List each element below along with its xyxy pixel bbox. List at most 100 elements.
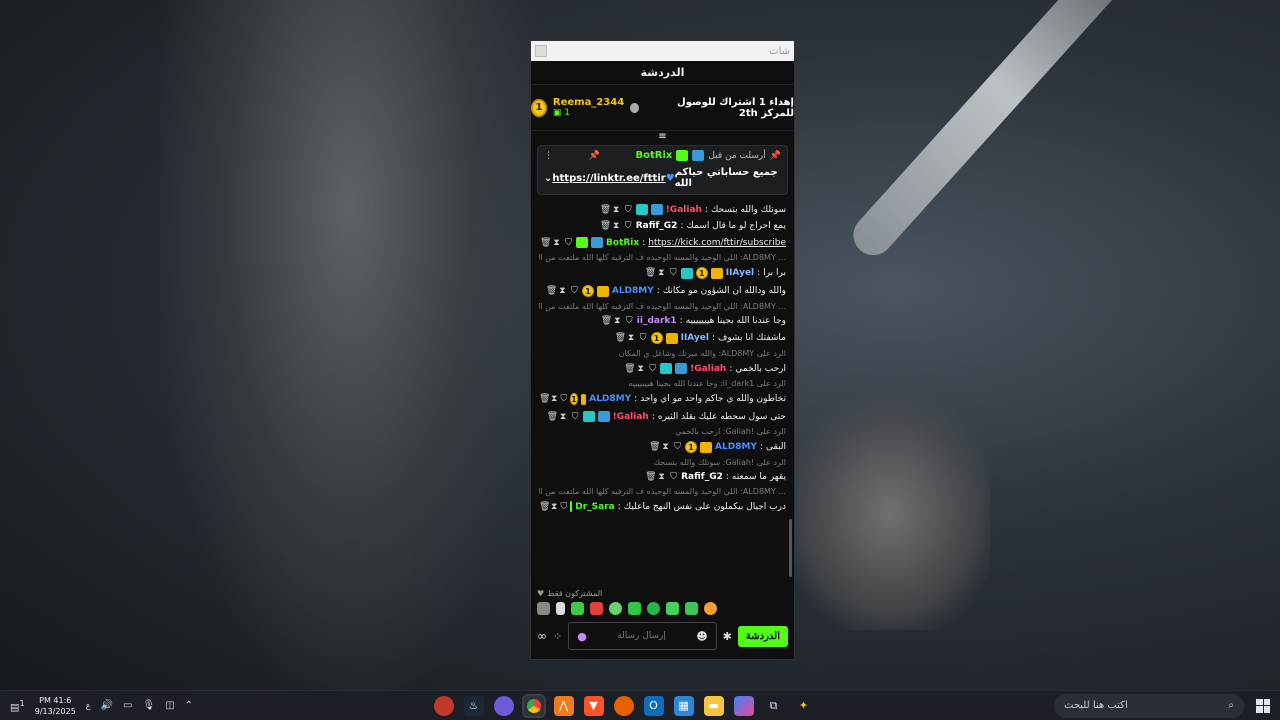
- folder-icon[interactable]: ▬: [703, 695, 724, 716]
- taskview-icon[interactable]: ⧉: [764, 696, 784, 716]
- pinned-message[interactable]: ⋮ 📌 BotRix أرسلت من قبل 📌 ⌄ https://link…: [537, 145, 788, 195]
- trash-icon[interactable]: 🗑: [600, 221, 611, 231]
- app-icon-1[interactable]: [433, 695, 454, 716]
- chat-message[interactable]: 🗑 ⧗ ⛉ BotRix: https://kick.com/fttir/subscri…: [539, 234, 786, 251]
- mic-icon[interactable]: ●: [577, 630, 587, 643]
- reply-context[interactable]: الرد على !Galiah: سوتلك والله بتسحك: [539, 456, 786, 469]
- scrollbar[interactable]: [789, 519, 792, 577]
- trash-icon[interactable]: 🗑: [649, 442, 660, 452]
- trash-icon[interactable]: 🗑: [540, 238, 551, 248]
- reply-context[interactable]: الرد على ALD8MY: والله ميرنك وشاغل ي الم…: [539, 347, 786, 360]
- subscriber-goal[interactable]: 1 Reema_2344 ▣ 1 إهداء 1 اشتراك للوصول ل…: [531, 85, 794, 131]
- trash-icon[interactable]: 🗑: [645, 472, 656, 482]
- filter-icon[interactable]: ≡: [531, 131, 794, 143]
- store-icon[interactable]: ▦: [673, 695, 694, 716]
- shield-icon[interactable]: ⛉: [669, 268, 678, 278]
- emote-alien[interactable]: [609, 602, 622, 615]
- copilot-icon[interactable]: [733, 695, 754, 716]
- shield-icon[interactable]: ⛉: [624, 205, 633, 215]
- message-username[interactable]: Dr_Sara: [575, 502, 614, 512]
- shield-icon[interactable]: ⛉: [648, 364, 657, 374]
- message-username[interactable]: ALD8MY: [589, 394, 631, 404]
- timeout-icon[interactable]: ⧗: [657, 472, 666, 482]
- message-username[interactable]: !Galiah: [690, 364, 726, 374]
- pin-icon[interactable]: 📌: [589, 151, 600, 161]
- chat-message[interactable]: 🗑 ⧗ ⛉ ii_dark1: وجا عندنا الله بجينا هيييييي…: [539, 313, 786, 329]
- emote-face[interactable]: [704, 602, 717, 615]
- chat-message[interactable]: 🗑 ⧗ ⛉ 1 ALD8MY: تخاطون والله ي جاكم واحد مو ا…: [539, 390, 786, 408]
- emote-green-4[interactable]: [666, 602, 679, 615]
- timeout-icon[interactable]: ⧗: [613, 316, 622, 326]
- reply-context[interactable]: ... ALD8MY: اللي الوحيد والمسه الوحيده ف…: [539, 485, 786, 498]
- windows-start-icon[interactable]: [1256, 698, 1270, 713]
- emote-avatar[interactable]: [537, 602, 550, 615]
- emoji-icon[interactable]: ☻: [696, 630, 707, 643]
- message-username[interactable]: !Galiah: [666, 205, 702, 215]
- steam-icon[interactable]: ♨: [463, 695, 484, 716]
- chat-message[interactable]: 🗑 ⧗ ⛉ Rafif_G2: يمع احراج لو ما قال اسمك: [539, 218, 786, 234]
- camera-icon[interactable]: ◫: [165, 700, 174, 711]
- timeout-icon[interactable]: ⧗: [551, 502, 557, 512]
- message-input[interactable]: ☻ إرسال رسالة ●: [568, 622, 717, 650]
- trash-icon[interactable]: 🗑: [539, 394, 550, 404]
- trash-icon[interactable]: 🗑: [645, 268, 656, 278]
- dots-icon[interactable]: ⁘: [553, 630, 562, 643]
- chat-message[interactable]: 🗑 ⧗ ⛉ 1 IIAyel: برا برا: [539, 264, 786, 282]
- timeout-icon[interactable]: ⧗: [612, 205, 621, 215]
- chat-message[interactable]: 🗑 ⧗ ⛉ 1 ALD8MY: البقى: [539, 438, 786, 456]
- message-username[interactable]: Rafif_G2: [636, 221, 678, 231]
- shield-icon[interactable]: ⛉: [571, 412, 580, 422]
- message-username[interactable]: ii_dark1: [637, 316, 677, 326]
- shield-icon[interactable]: ⛉: [564, 238, 573, 248]
- chevron-up-icon[interactable]: ⌃: [185, 700, 193, 711]
- emote-green-1[interactable]: [571, 602, 584, 615]
- language-indicator[interactable]: ع: [86, 701, 91, 710]
- trash-icon[interactable]: 🗑: [600, 205, 611, 215]
- search-box[interactable]: ⌕ اكتب هنا للبحث: [1054, 693, 1244, 718]
- trash-icon[interactable]: 🗑: [547, 412, 558, 422]
- trash-icon[interactable]: 🗑: [546, 286, 557, 296]
- chat-message[interactable]: 🗑 ⧗ ⛉ Dr_Sara: درب اجيال بيكملون على نفس الن…: [539, 498, 786, 515]
- firefox-icon[interactable]: [613, 695, 634, 716]
- timeout-icon[interactable]: ⧗: [661, 442, 670, 452]
- trash-icon[interactable]: 🗑: [539, 502, 550, 512]
- chat-send-button[interactable]: الدردشة: [737, 625, 788, 647]
- timeout-icon[interactable]: ⧗: [558, 286, 567, 296]
- timeout-icon[interactable]: ⧗: [657, 268, 666, 278]
- message-link[interactable]: https://kick.com/fttir/subscribe: [648, 238, 786, 248]
- app-icon-5[interactable]: ⋀: [553, 695, 574, 716]
- message-username[interactable]: Rafif_G2: [681, 472, 723, 482]
- chat-message[interactable]: 🗑 ⧗ ⛉ !Galiah: ارحب بالخمي: [539, 360, 786, 377]
- reply-context[interactable]: ... ALD8MY: اللي الوحيد والمسه الوحيده ف…: [539, 251, 786, 264]
- clock[interactable]: PM 41:6 9/13/2025: [35, 695, 76, 717]
- chat-message[interactable]: 🗑 ⧗ ⛉ !Galiah: سوتلك والله بتسحك: [539, 201, 786, 218]
- emote-green-5[interactable]: [685, 602, 698, 615]
- network-icon[interactable]: ▭: [123, 700, 132, 711]
- reply-context[interactable]: الرد على !Galiah: ارحب بالخمي: [539, 425, 786, 438]
- shield-icon[interactable]: ⛉: [560, 502, 567, 512]
- window-titlebar[interactable]: شات: [531, 41, 794, 61]
- mic-tray-icon[interactable]: 🎙: [142, 700, 155, 711]
- maximize-button[interactable]: [535, 45, 547, 57]
- emote-green-3[interactable]: [647, 602, 660, 615]
- chat-message[interactable]: 🗑 ⧗ ⛉ !Galiah: حتى سول سحطه عليك بقلد الثيره: [539, 408, 786, 425]
- message-list[interactable]: 🗑 ⧗ ⛉ !Galiah: سوتلك والله بتسحك 🗑 ⧗ ⛉ Rafif_G2:…: [531, 201, 794, 587]
- message-username[interactable]: ALD8MY: [612, 286, 654, 296]
- timeout-icon[interactable]: ⧗: [612, 221, 621, 231]
- timeout-icon[interactable]: ⧗: [551, 394, 557, 404]
- more-options-icon[interactable]: ⋮: [544, 151, 553, 161]
- message-username[interactable]: BotRix: [606, 238, 639, 248]
- emote-hands[interactable]: [556, 602, 565, 615]
- gear-icon[interactable]: ✱: [723, 630, 732, 643]
- app-icon-3[interactable]: [493, 695, 514, 716]
- outlook-icon[interactable]: O: [643, 695, 664, 716]
- shield-icon[interactable]: ⛉: [560, 394, 567, 404]
- timeout-icon[interactable]: ⧗: [636, 364, 645, 374]
- message-username[interactable]: ALD8MY: [715, 442, 757, 452]
- chat-message[interactable]: 🗑 ⧗ ⛉ 1 ALD8MY: والله ودالله ان الشؤون مو مكا…: [539, 282, 786, 300]
- pinned-link[interactable]: https://linktr.ee/fttir: [552, 173, 665, 184]
- infinity-icon[interactable]: ∞: [537, 629, 547, 643]
- trash-icon[interactable]: 🗑: [615, 333, 626, 343]
- emote-red[interactable]: [590, 602, 603, 615]
- reply-context[interactable]: الرد على ii_dark1: وجا عندنا الله بجينا …: [539, 377, 786, 390]
